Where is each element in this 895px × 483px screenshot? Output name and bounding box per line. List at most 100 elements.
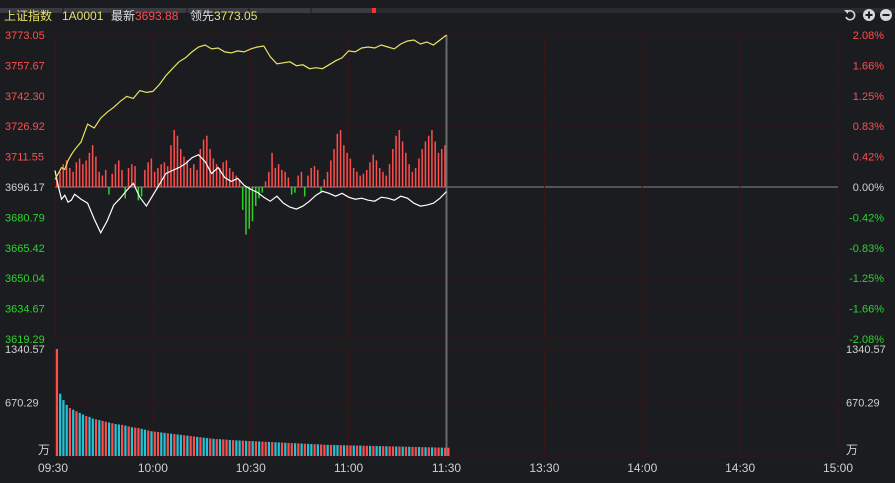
volume-bar	[196, 436, 199, 456]
volume-bar	[225, 439, 228, 456]
volume-bar	[342, 445, 346, 456]
volume-bar	[297, 443, 300, 456]
diff-bar	[261, 187, 264, 193]
volume-bar	[307, 443, 310, 456]
volume-bar	[134, 427, 137, 456]
pct-tick-label: 2.08%	[853, 30, 884, 42]
volume-bar	[150, 431, 153, 456]
volume-bar	[388, 446, 391, 456]
time-label: 14:00	[627, 461, 657, 475]
volume-bar	[241, 440, 244, 456]
volume-bar	[398, 446, 401, 456]
pct-tick-label: -0.42%	[849, 212, 884, 224]
diff-bar	[157, 168, 159, 187]
diff-bar	[206, 135, 208, 187]
diff-bar	[303, 187, 306, 197]
diff-bar	[179, 149, 182, 187]
diff-bar	[427, 135, 430, 187]
volume-bar	[401, 446, 404, 456]
diff-bar	[78, 158, 81, 187]
price-tick-label: 3634.67	[5, 304, 45, 316]
diff-bar	[378, 168, 381, 187]
volume-bar	[169, 433, 173, 456]
price-tick-label: 3757.67	[5, 60, 45, 72]
diff-bar	[372, 154, 374, 187]
volume-bar	[271, 442, 274, 456]
volume-bar	[300, 443, 303, 456]
volume-bar	[293, 443, 297, 456]
diff-bar	[189, 168, 192, 187]
chart-canvas[interactable]: 3773.05 2.08% 3757.67 1.66% 3742.30 1.25% 3726…	[0, 0, 895, 483]
diff-bar	[114, 164, 117, 187]
diff-bar	[421, 149, 423, 187]
time-label: 10:00	[138, 461, 168, 475]
diff-bar	[241, 187, 244, 210]
diff-bar	[339, 130, 342, 187]
volume-bar	[382, 446, 385, 456]
volume-bar	[176, 434, 179, 456]
diff-bar	[209, 149, 211, 187]
volume-bar	[72, 409, 75, 456]
volume-bar	[310, 444, 313, 456]
time-label: 15:00	[823, 461, 853, 475]
volume-bar	[101, 420, 104, 456]
volume-bar	[186, 435, 189, 456]
volume-bar	[75, 411, 78, 456]
diff-bar	[127, 168, 130, 187]
diff-bar	[362, 173, 365, 187]
diff-bar	[297, 175, 299, 187]
diff-bar	[75, 162, 78, 187]
diff-bar	[401, 141, 404, 187]
volume-bar	[140, 428, 143, 456]
volume-bar	[222, 439, 225, 456]
diff-bar	[307, 175, 309, 187]
volume-bar	[417, 447, 421, 456]
diff-bar	[281, 169, 283, 187]
volume-bar	[163, 432, 166, 456]
volume-bar	[323, 444, 326, 456]
volume-bar	[378, 446, 381, 456]
diff-bar	[326, 171, 329, 187]
diff-bar	[215, 164, 218, 187]
diff-bar	[104, 169, 107, 187]
diff-bar	[235, 175, 237, 187]
volume-bar	[65, 404, 68, 456]
diff-bar	[274, 168, 277, 187]
time-label: 11:30	[432, 461, 461, 475]
time-label: 13:30	[529, 461, 559, 475]
diff-bar	[365, 169, 368, 187]
volume-bar	[245, 440, 248, 456]
volume-bar	[346, 445, 349, 456]
diff-bar	[153, 171, 156, 187]
volume-bar	[199, 437, 202, 456]
diff-bar	[434, 141, 436, 187]
volume-bar	[427, 447, 430, 456]
pct-tick-label: 0.00%	[853, 182, 884, 194]
volume-bar	[440, 447, 443, 456]
price-tick-label: 3726.92	[5, 121, 45, 133]
diff-bar	[388, 164, 391, 187]
diff-bar	[251, 187, 254, 222]
volume-bar	[78, 412, 81, 456]
diff-bar	[140, 187, 143, 197]
volume-bar	[62, 400, 65, 456]
diff-bar	[268, 171, 270, 187]
volume-bar	[147, 430, 150, 456]
volume-bar	[336, 445, 339, 456]
diff-bar	[294, 187, 296, 193]
volume-bar	[124, 425, 127, 456]
diff-bar	[395, 135, 397, 187]
diff-bar	[108, 187, 110, 195]
diff-bar	[359, 175, 361, 187]
diff-bar	[300, 171, 303, 187]
volume-unit-label: 万	[38, 443, 50, 457]
volume-bar	[254, 441, 258, 456]
time-label: 14:30	[725, 461, 755, 475]
diff-bar	[375, 160, 378, 187]
volume-bar	[189, 436, 192, 456]
volume-bar	[127, 426, 130, 456]
diff-bar	[147, 162, 149, 187]
diff-bar	[392, 149, 394, 187]
volume-bar	[434, 447, 437, 456]
volume-bar	[85, 416, 88, 456]
